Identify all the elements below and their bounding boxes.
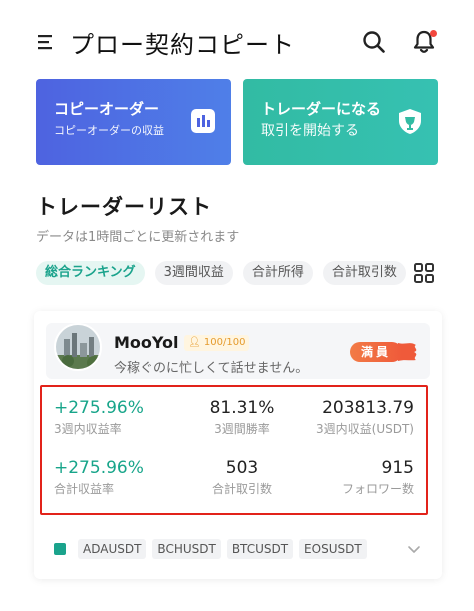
stat-value: 81.31% bbox=[209, 398, 275, 418]
stat-3w-return: +275.96% 3週内収益率 bbox=[54, 397, 144, 438]
stat-value: 915 bbox=[381, 458, 414, 478]
pair-tag: ADAUSDT bbox=[78, 539, 147, 559]
avatar bbox=[54, 323, 102, 371]
stat-label: 3週内収益(USDT) bbox=[316, 422, 414, 436]
copy-order-banner[interactable]: コピーオーダー コピーオーダーの収益 bbox=[36, 79, 231, 165]
stat-followers: 915 フォロワー数 bbox=[342, 457, 414, 498]
menu-icon[interactable] bbox=[36, 32, 58, 52]
stat-value: +275.96% bbox=[54, 458, 144, 478]
app-header: プロー契約コピート bbox=[36, 24, 438, 60]
pair-tag: BTCUSDT bbox=[226, 539, 294, 559]
tab-3week-return[interactable]: 3週間収益 bbox=[154, 261, 233, 285]
trader-username: MooYol bbox=[114, 333, 179, 352]
stat-label: 合計取引数 bbox=[211, 482, 272, 496]
update-note: データは1時間ごとに更新されます bbox=[36, 230, 240, 245]
stat-total-return: +275.96% 合計収益率 bbox=[54, 457, 144, 498]
bell-icon[interactable] bbox=[410, 28, 438, 56]
grid-icon[interactable] bbox=[413, 262, 435, 284]
trader-score: 👤︎ 100/100 bbox=[184, 335, 250, 351]
chevron-down-icon[interactable] bbox=[406, 541, 422, 557]
stat-3w-profit: 203813.79 3週内収益(USDT) bbox=[316, 397, 414, 438]
trader-profile: MooYol 👤︎ 100/100 今稼ぐのに忙しくて話せません。 満員 bbox=[46, 323, 430, 379]
stat-value: 203813.79 bbox=[322, 398, 414, 418]
stat-label: 3週内収益率 bbox=[54, 422, 122, 436]
trader-list-title: トレーダーリスト bbox=[36, 195, 212, 219]
traded-pairs: ADAUSDT BCHUSDT BTCUSDT EOSUSDT bbox=[54, 539, 422, 559]
trader-card[interactable]: MooYol 👤︎ 100/100 今稼ぐのに忙しくて話せません。 満員 +27… bbox=[34, 311, 442, 579]
trader-bio: 今稼ぐのに忙しくて話せません。 bbox=[114, 361, 309, 376]
stat-value: +275.96% bbox=[54, 398, 144, 418]
pair-tag: EOSUSDT bbox=[299, 539, 367, 559]
person-icon: 👤︎ bbox=[188, 337, 201, 348]
ranking-tabs: 総合ランキング 3週間収益 合計所得 合計取引数 bbox=[36, 261, 416, 285]
notification-dot bbox=[430, 30, 437, 37]
tab-total-trades[interactable]: 合計取引数 bbox=[322, 261, 406, 285]
banner-row: コピーオーダー コピーオーダーの収益 トレーダーになる 取引を開始する bbox=[36, 79, 438, 165]
score-value: 100/100 bbox=[203, 337, 246, 348]
tab-total-income[interactable]: 合計所得 bbox=[242, 261, 313, 285]
stat-total-trades: 503 合計取引数 bbox=[192, 457, 292, 498]
coin-list-icon bbox=[54, 543, 66, 555]
become-trader-banner[interactable]: トレーダーになる 取引を開始する bbox=[243, 79, 438, 165]
page-title: プロー契約コピート bbox=[70, 30, 295, 59]
pair-tag: BCHUSDT bbox=[152, 539, 221, 559]
stat-value: 503 bbox=[225, 458, 259, 478]
shield-trophy-icon bbox=[396, 107, 424, 135]
stats-panel: +275.96% 3週内収益率 81.31% 3週間勝率 203813.79 3… bbox=[40, 385, 428, 515]
header-actions bbox=[360, 28, 438, 56]
full-status-badge: 満員 bbox=[350, 339, 422, 365]
stat-label: 3週間勝率 bbox=[214, 422, 270, 436]
stat-label: 合計収益率 bbox=[54, 482, 115, 496]
stat-3w-winrate: 81.31% 3週間勝率 bbox=[192, 397, 292, 438]
search-icon[interactable] bbox=[360, 28, 388, 56]
tab-overall-ranking[interactable]: 総合ランキング bbox=[36, 261, 145, 285]
chart-doc-icon bbox=[189, 107, 217, 135]
stat-label: フォロワー数 bbox=[341, 482, 414, 496]
full-status-label: 満員 bbox=[350, 342, 402, 362]
